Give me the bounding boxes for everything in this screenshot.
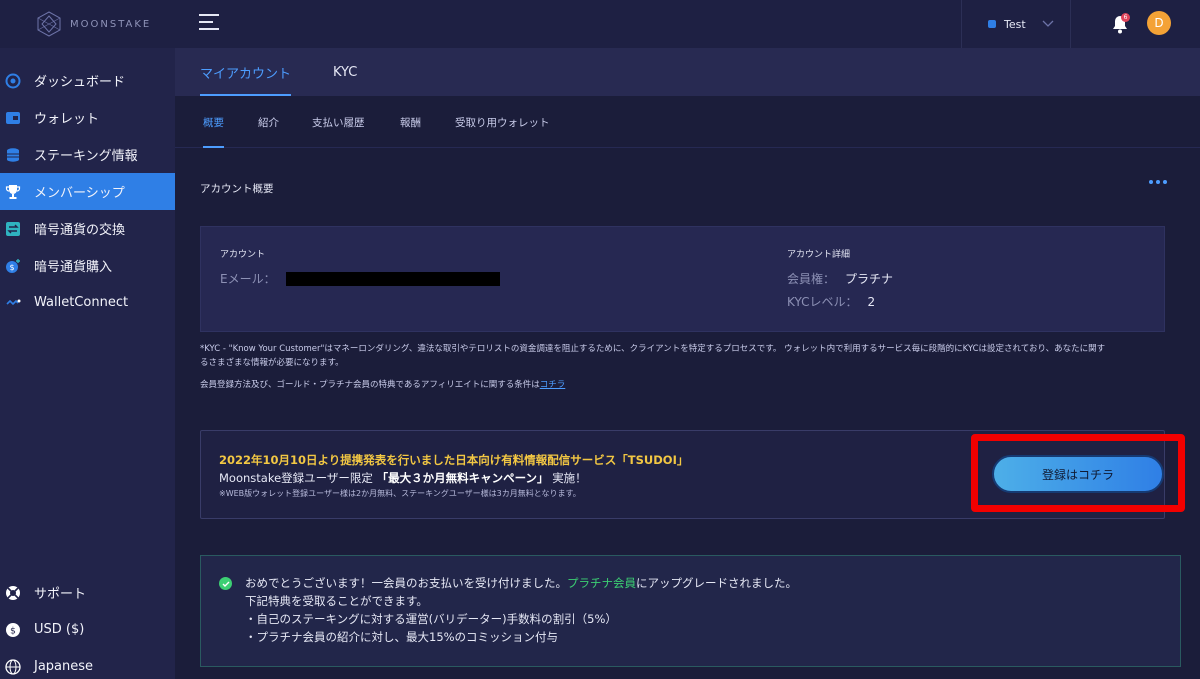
subtab-referral[interactable]: 紹介 — [258, 96, 279, 148]
sidebar-item-label: 暗号通貨購入 — [34, 260, 113, 275]
network-icon — [988, 20, 996, 28]
membership-row: 会員権： プラチナ — [787, 270, 893, 287]
sidebar-item-currency[interactable]: $ USD ($) — [0, 611, 175, 648]
email-redacted — [285, 271, 500, 286]
sidebar-item-buy-crypto[interactable]: $ 暗号通貨購入 — [0, 247, 175, 284]
logo-text: MOONSTAKE — [70, 18, 152, 30]
promo-footnote: ※WEB版ウォレット登録ユーザー様は2か月無料、ステーキングユーザー様は3カ月無… — [219, 489, 581, 498]
subtab-rewards[interactable]: 報酬 — [400, 96, 421, 148]
logo[interactable]: MOONSTAKE — [0, 0, 175, 48]
success-tier: プラチナ会員 — [567, 576, 636, 590]
dollar-icon: $ — [4, 621, 22, 639]
benefit-item: ・プラチナ会員の紹介に対し、最大15%のコミッション付与 — [245, 630, 559, 644]
sub-tabs: 概要 紹介 支払い履歴 報酬 受取り用ウォレット — [175, 96, 1200, 148]
moonstake-logo-icon — [37, 11, 61, 37]
sidebar-item-membership[interactable]: メンバーシップ — [0, 173, 175, 210]
promo-campaign: Moonstake登録ユーザー限定 「最大３か月無料キャンペーン」 実施！ — [219, 470, 587, 486]
promo-campaign-suffix: 実施！ — [552, 471, 587, 485]
buy-crypto-icon: $ — [4, 257, 22, 275]
network-label: Test — [1004, 17, 1026, 31]
exchange-icon — [4, 220, 22, 238]
walletconnect-icon — [4, 294, 22, 312]
sidebar-item-label: Japanese — [34, 659, 94, 674]
database-icon — [4, 146, 22, 164]
svg-text:$: $ — [9, 263, 14, 272]
email-row: Eメール： — [220, 270, 500, 287]
tab-my-account[interactable]: マイアカウント — [200, 48, 292, 96]
sidebar-item-label: メンバーシップ — [34, 186, 125, 201]
kyc-level-label: KYCレベル： — [787, 295, 858, 309]
dashboard-icon — [4, 72, 22, 90]
membership-value: プラチナ — [845, 272, 894, 286]
upgrade-success-message: おめでとうございます！一会員のお支払いを受け付けました。プラチナ会員にアップグレ… — [200, 555, 1181, 667]
subtab-overview[interactable]: 概要 — [203, 96, 224, 148]
sidebar-item-label: ウォレット — [34, 112, 100, 127]
chevron-down-icon — [1042, 20, 1054, 27]
menu-toggle-icon[interactable] — [199, 14, 219, 32]
account-details-heading: アカウント詳細 — [787, 250, 851, 260]
check-circle-icon — [219, 577, 232, 590]
success-text: おめでとうございます！一会員のお支払いを受け付けました。 — [245, 576, 567, 590]
promo-campaign-prefix: Moonstake登録ユーザー限定 — [219, 471, 373, 485]
support-icon — [4, 584, 22, 602]
main-content: 概要 紹介 支払い履歴 報酬 受取り用ウォレット アカウント概要 アカウント E… — [175, 96, 1200, 679]
sidebar-item-label: サポート — [34, 587, 87, 602]
register-button[interactable]: 登録はコチラ — [992, 455, 1164, 493]
sidebar-item-label: WalletConnect — [34, 295, 129, 310]
globe-icon — [4, 658, 22, 676]
account-heading: アカウント — [220, 250, 266, 260]
sidebar-item-label: USD ($) — [34, 622, 85, 637]
membership-label: 会員権： — [787, 272, 836, 286]
sidebar-bottom: サポート $ USD ($) Japanese — [0, 574, 175, 679]
success-line: 下記特典を受取ることができます。 — [245, 594, 428, 608]
network-selector[interactable]: Test — [961, 0, 1071, 48]
kyc-note: *KYC - "Know Your Customer"はマネーロンダリング、違法… — [200, 342, 1175, 370]
subtab-receiving-wallet[interactable]: 受取り用ウォレット — [455, 96, 550, 148]
kyc-note-line: *KYC - "Know Your Customer"はマネーロンダリング、違法… — [200, 344, 1106, 354]
success-text: にアップグレードされました。 — [636, 576, 797, 590]
sidebar-item-walletconnect[interactable]: WalletConnect — [0, 284, 175, 321]
wallet-icon — [4, 109, 22, 127]
promo-campaign-highlight: 「最大３か月無料キャンペーン」 — [376, 471, 549, 485]
trophy-icon — [4, 183, 22, 201]
sidebar-item-label: ステーキング情報 — [34, 149, 138, 164]
affiliate-link[interactable]: コチラ — [540, 380, 566, 390]
sidebar-item-wallet[interactable]: ウォレット — [0, 99, 175, 136]
promo-title: 2022年10月10日より提携発表を行いました日本向け有料情報配信サービス「TS… — [219, 453, 689, 467]
kyc-note-line: るさまざまな情報が必要になります。 — [200, 358, 344, 368]
sidebar: MOONSTAKE ダッシュボード ウォレット ステーキング情報 メンバーシップ — [0, 0, 175, 679]
sidebar-item-language[interactable]: Japanese — [0, 648, 175, 679]
email-label: Eメール： — [220, 272, 276, 286]
sidebar-item-label: 暗号通貨の交換 — [34, 223, 126, 238]
top-header: Test 6 D — [175, 0, 1200, 48]
svg-text:$: $ — [10, 626, 16, 636]
affiliate-note: 会員登録方法及び、ゴールド・プラチナ会員の特典であるアフィリエイトに関する条件は… — [200, 378, 1175, 392]
kyc-level-row: KYCレベル： 2 — [787, 293, 875, 310]
section-title: アカウント概要 — [200, 183, 274, 195]
sidebar-nav: ダッシュボード ウォレット ステーキング情報 メンバーシップ 暗号通貨の交換 $… — [0, 62, 175, 321]
main-tabs: マイアカウント KYC — [175, 48, 1200, 96]
more-options-icon[interactable] — [1149, 180, 1167, 184]
kyc-level-value: 2 — [867, 294, 876, 309]
sidebar-item-staking[interactable]: ステーキング情報 — [0, 136, 175, 173]
avatar[interactable]: D — [1147, 11, 1171, 35]
affiliate-text: 会員登録方法及び、ゴールド・プラチナ会員の特典であるアフィリエイトに関する条件は — [200, 380, 540, 390]
tab-kyc[interactable]: KYC — [333, 48, 357, 96]
success-line: おめでとうございます！一会員のお支払いを受け付けました。プラチナ会員にアップグレ… — [245, 575, 797, 591]
sidebar-item-dashboard[interactable]: ダッシュボード — [0, 62, 175, 99]
notification-badge: 6 — [1121, 13, 1130, 22]
sidebar-item-support[interactable]: サポート — [0, 574, 175, 611]
sidebar-item-exchange[interactable]: 暗号通貨の交換 — [0, 210, 175, 247]
sidebar-item-label: ダッシュボード — [34, 75, 126, 90]
benefit-item: ・自己のステーキングに対する運営(バリデーター)手数料の割引（5%） — [245, 612, 617, 626]
subtab-payment-history[interactable]: 支払い履歴 — [312, 96, 365, 148]
account-summary-box: アカウント Eメール： アカウント詳細 会員権： プラチナ KYCレベル： 2 — [200, 226, 1165, 332]
